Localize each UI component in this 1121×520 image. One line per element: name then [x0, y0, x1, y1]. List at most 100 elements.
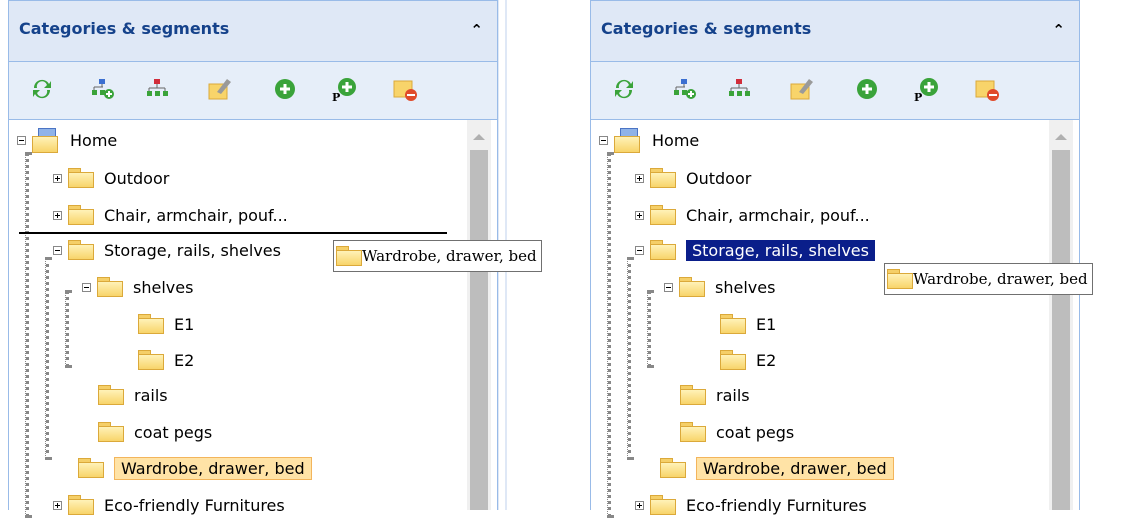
tree-node[interactable]: Storage, rails, shelves: [53, 235, 281, 265]
node-label: coat pegs: [134, 422, 213, 442]
collapse-toggle[interactable]: [635, 245, 644, 255]
svg-text:P: P: [914, 91, 922, 102]
scrollbar[interactable]: [1049, 120, 1073, 510]
folder-icon: [78, 458, 104, 478]
expand-toggle[interactable]: [53, 173, 62, 183]
refresh-icon[interactable]: [611, 76, 637, 102]
drag-ghost: Wardrobe, drawer, bed: [884, 263, 1093, 295]
tree-node[interactable]: rails: [680, 380, 750, 410]
scroll-up-arrow[interactable]: [1055, 134, 1067, 140]
expand-toggle[interactable]: [53, 210, 62, 220]
home-icon: [614, 128, 642, 153]
tree-node-home[interactable]: Home: [599, 125, 699, 155]
tree-node[interactable]: Eco-friendly Furnitures: [635, 490, 867, 520]
tree-node[interactable]: shelves: [82, 272, 193, 302]
chevron-up-icon[interactable]: ⌃: [1052, 21, 1065, 39]
scroll-thumb[interactable]: [1052, 150, 1070, 510]
folder-icon: [68, 240, 94, 260]
add-icon[interactable]: [272, 76, 298, 102]
node-label: Chair, armchair, pouf...: [686, 205, 870, 225]
tree-node[interactable]: E2: [720, 345, 776, 375]
tree-node[interactable]: coat pegs: [680, 417, 794, 447]
node-label: Outdoor: [104, 168, 170, 188]
folder-icon: [650, 168, 676, 188]
tree-node[interactable]: Chair, armchair, pouf...: [53, 200, 288, 230]
node-label: Chair, armchair, pouf...: [104, 205, 288, 225]
panel-header: Categories & segments ⌃: [590, 0, 1080, 62]
tree-node-home[interactable]: Home: [17, 125, 117, 155]
tree-node[interactable]: rails: [98, 380, 168, 410]
scrollbar[interactable]: [467, 120, 491, 510]
edit-icon[interactable]: [789, 76, 815, 102]
home-icon: [32, 128, 60, 153]
remove-node-icon[interactable]: [726, 76, 752, 102]
add-node-icon[interactable]: [671, 76, 697, 102]
node-label: Home: [70, 130, 118, 150]
panel-title: Categories & segments: [601, 19, 812, 38]
toolbar: P: [590, 62, 1080, 120]
drag-ghost-label: Wardrobe, drawer, bed: [913, 270, 1088, 288]
tree-node[interactable]: E2: [138, 345, 194, 375]
edit-icon[interactable]: [207, 76, 233, 102]
expand-toggle[interactable]: [53, 500, 62, 510]
folder-icon: [97, 277, 123, 297]
tree-node[interactable]: shelves: [664, 272, 775, 302]
panel-header: Categories & segments ⌃: [8, 0, 498, 62]
collapse-toggle[interactable]: [17, 135, 26, 145]
collapse-toggle[interactable]: [82, 282, 91, 292]
expand-toggle[interactable]: [635, 173, 644, 183]
add-p-icon[interactable]: P: [331, 76, 357, 102]
folder-icon: [138, 314, 164, 334]
toolbar: P: [8, 62, 498, 120]
tree-node-highlighted[interactable]: Wardrobe, drawer, bed: [78, 453, 312, 483]
node-label: Outdoor: [686, 168, 752, 188]
tree-node[interactable]: Chair, armchair, pouf...: [635, 200, 870, 230]
tree-line: [45, 257, 49, 460]
tree-node[interactable]: coat pegs: [98, 417, 212, 447]
scroll-thumb[interactable]: [470, 150, 488, 510]
drag-ghost-label: Wardrobe, drawer, bed: [362, 247, 537, 265]
folder-icon: [650, 240, 676, 260]
expand-toggle[interactable]: [635, 210, 644, 220]
add-node-icon[interactable]: [89, 76, 115, 102]
remove-folder-icon[interactable]: [392, 76, 418, 102]
tree-node-highlighted[interactable]: Wardrobe, drawer, bed: [660, 453, 894, 483]
folder-icon: [98, 385, 124, 405]
tree-line: [627, 257, 631, 460]
folder-icon: [660, 458, 686, 478]
scroll-up-arrow[interactable]: [473, 134, 485, 140]
drag-ghost: Wardrobe, drawer, bed: [333, 240, 542, 272]
tree-node[interactable]: Outdoor: [635, 163, 751, 193]
collapse-toggle[interactable]: [599, 135, 608, 145]
node-label: rails: [134, 385, 168, 405]
tree-node-selected[interactable]: Storage, rails, shelves: [635, 235, 875, 265]
node-label: Eco-friendly Furnitures: [686, 495, 867, 515]
tree-node[interactable]: E1: [720, 309, 776, 339]
chevron-up-icon[interactable]: ⌃: [470, 21, 483, 39]
folder-icon: [650, 495, 676, 515]
node-label: E2: [756, 350, 777, 370]
collapse-toggle[interactable]: [53, 245, 62, 255]
category-tree: Home Outdoor Chair, armchair, pouf... St…: [8, 120, 498, 518]
collapse-toggle[interactable]: [664, 282, 673, 292]
folder-icon: [68, 495, 94, 515]
node-label: E1: [756, 314, 777, 334]
remove-node-icon[interactable]: [144, 76, 170, 102]
folder-icon: [720, 350, 746, 370]
tree-node[interactable]: Outdoor: [53, 163, 169, 193]
tree-node[interactable]: Eco-friendly Furnitures: [53, 490, 285, 520]
node-label: Wardrobe, drawer, bed: [114, 456, 312, 480]
expand-toggle[interactable]: [635, 500, 644, 510]
node-label: coat pegs: [716, 422, 795, 442]
tree-line: [607, 152, 611, 518]
tree-line: [25, 152, 29, 518]
remove-folder-icon[interactable]: [974, 76, 1000, 102]
add-p-icon[interactable]: P: [913, 76, 939, 102]
category-tree: Home Outdoor Chair, armchair, pouf... St…: [590, 120, 1080, 518]
node-label: shelves: [715, 277, 776, 297]
refresh-icon[interactable]: [29, 76, 55, 102]
add-icon[interactable]: [854, 76, 880, 102]
svg-text:P: P: [332, 91, 340, 102]
tree-node[interactable]: E1: [138, 309, 194, 339]
folder-icon: [887, 269, 913, 289]
